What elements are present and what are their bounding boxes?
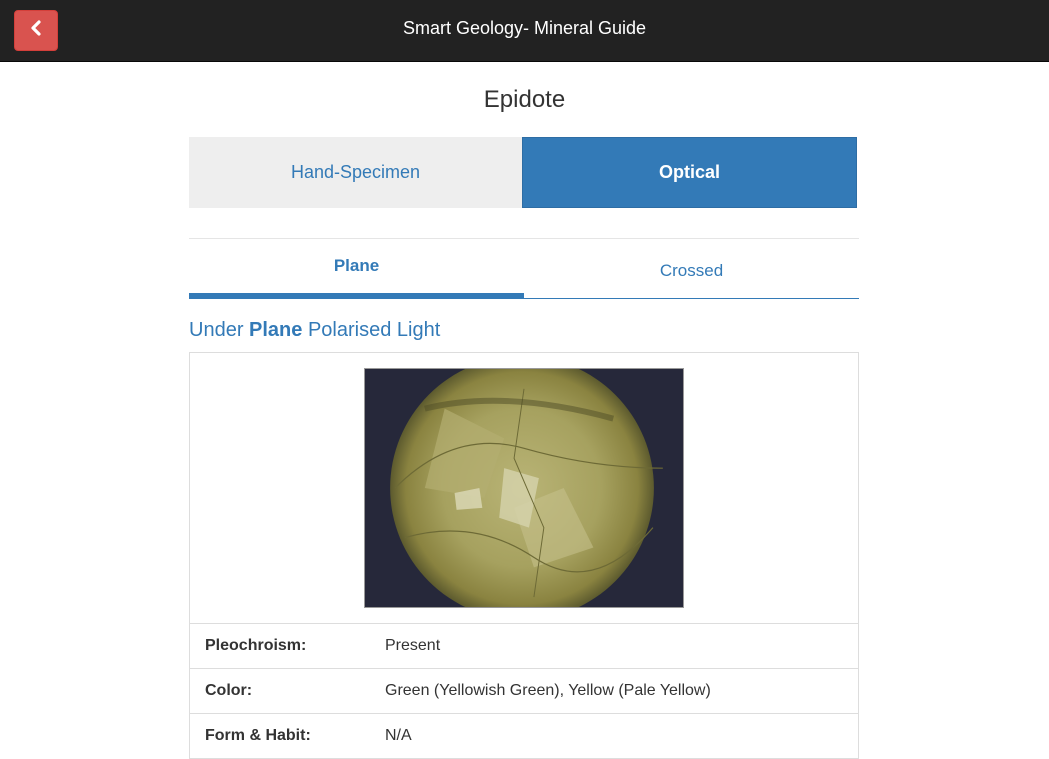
tab-hand-specimen[interactable]: Hand-Specimen xyxy=(189,137,522,208)
section-heading-emphasis: Plane xyxy=(249,319,303,341)
property-value: N/A xyxy=(385,727,412,744)
property-row-color: Color: Green (Yellowish Green), Yellow (… xyxy=(190,669,858,714)
tab-optical[interactable]: Optical xyxy=(522,137,857,208)
light-tabs: Plane Crossed xyxy=(189,238,859,299)
section-heading: Under Plane Polarised Light xyxy=(189,319,440,342)
tab-crossed[interactable]: Crossed xyxy=(524,239,859,298)
section-heading-prefix: Under xyxy=(189,319,250,341)
property-label: Pleochroism: xyxy=(205,637,307,654)
property-value: Green (Yellowish Green), Yellow (Pale Ye… xyxy=(385,682,711,699)
mineral-details-panel: Pleochroism: Present Color: Green (Yello… xyxy=(189,352,859,759)
app-title: Smart Geology- Mineral Guide xyxy=(402,18,647,38)
property-value: Present xyxy=(385,637,441,654)
thin-section-photo xyxy=(364,368,684,608)
tab-plane[interactable]: Plane xyxy=(189,239,524,298)
photo-container xyxy=(190,353,858,624)
property-label: Color: xyxy=(205,682,253,699)
app-header: Smart Geology- Mineral Guide xyxy=(0,0,1049,62)
mineral-name: Epidote xyxy=(483,86,566,113)
property-row-form-habit: Form & Habit: N/A xyxy=(190,714,858,759)
property-row-pleochroism: Pleochroism: Present xyxy=(190,624,858,669)
property-label: Form & Habit: xyxy=(205,727,311,744)
section-heading-suffix: Polarised Light xyxy=(302,319,441,341)
mode-tabs: Hand-Specimen Optical xyxy=(189,137,857,208)
